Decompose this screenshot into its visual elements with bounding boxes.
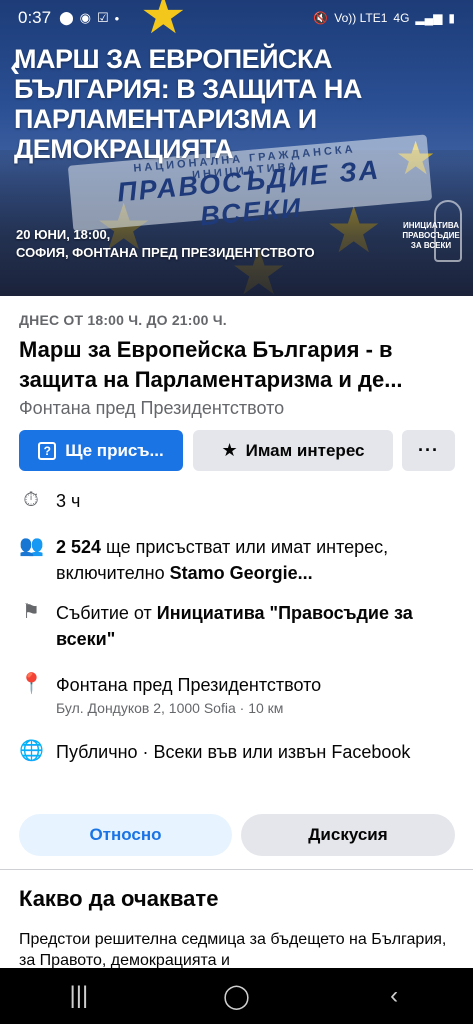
- flag-icon: ⚑: [22, 601, 40, 623]
- mute-icon: 🔇: [313, 11, 329, 25]
- tab-about[interactable]: Относно: [19, 814, 232, 856]
- cover-info-date: 20 ЮНИ, 18:00,: [16, 227, 111, 242]
- event-cover-image[interactable]: ★ ★ ★ ★ ★ НАЦИОНАЛНА ГРАЖДАНСКА ИНИЦИАТИ…: [0, 0, 473, 296]
- event-title-line2: защита на Парламентаризма и де...: [19, 367, 403, 392]
- home-icon[interactable]: ◯: [206, 982, 266, 1011]
- network-type: 4G: [393, 11, 410, 25]
- back-arrow-icon[interactable]: ‹: [10, 50, 20, 84]
- place-name: Фонтана пред Президентството: [56, 675, 322, 695]
- host-text: Събитие от Инициатива "Правосъдие за все…: [56, 600, 456, 652]
- event-location[interactable]: Фонтана пред Президентството: [19, 398, 284, 419]
- status-time: 0:37: [18, 8, 52, 27]
- host-prefix: Събитие от: [56, 603, 157, 623]
- network-label: Vo)) LTE1: [334, 11, 388, 25]
- attendees-count: 2 524: [56, 537, 102, 557]
- cover-title: МАРШ ЗА ЕВРОПЕЙСКА БЪЛГАРИЯ: В ЗАЩИТА НА…: [14, 44, 362, 164]
- event-title-line1: Марш за Европейска България - в: [19, 337, 393, 362]
- going-label: Ще присъ...: [65, 440, 164, 460]
- going-button[interactable]: ? Ще присъ...: [19, 430, 183, 471]
- messenger-icon: ◉: [79, 10, 91, 25]
- interested-label: Имам интерес: [245, 440, 365, 460]
- attendees-text: 2 524 ще присъстват или имат интерес, вк…: [56, 534, 456, 586]
- signal-icon: ▂▄▆: [415, 11, 443, 25]
- attendees-friend: Stamo Georgie...: [169, 563, 313, 583]
- cover-info: 20 ЮНИ, 18:00, СОФИЯ, ФОНТАНА ПРЕД ПРЕЗИ…: [16, 226, 315, 262]
- system-nav-bar: ||| ◯ ‹: [0, 968, 473, 1024]
- expect-heading: Какво да очаквате: [19, 886, 219, 911]
- check-icon: ☑: [97, 10, 109, 25]
- globe-icon: 🌐: [19, 740, 44, 762]
- battery-icon: ▮: [448, 11, 455, 25]
- privacy-text: Публично · Всеки във или извън Facebook: [56, 742, 411, 762]
- section-divider: [0, 869, 473, 870]
- tab-discussion[interactable]: Дискусия: [241, 814, 455, 856]
- cover-info-place: СОФИЯ, ФОНТАНА ПРЕД ПРЕЗИДЕНТСТВОТО: [16, 245, 315, 260]
- location-pin-icon: 📍: [19, 673, 44, 695]
- question-icon: ?: [38, 441, 57, 460]
- status-right: 🔇 Vo)) LTE1 4G ▂▄▆ ▮: [313, 11, 455, 25]
- star-icon: ★: [221, 440, 238, 460]
- interested-button[interactable]: ★ Имам интерес: [193, 430, 393, 471]
- place-text: Фонтана пред Президентството Бул. Дондук…: [56, 672, 456, 718]
- place-address: Бул. Дондуков 2, 1000 Sofia · 10 км: [56, 700, 284, 716]
- notification-icon: ⬤: [59, 10, 74, 25]
- back-icon[interactable]: ‹: [364, 982, 424, 1010]
- event-time: ДНЕС ОТ 18:00 Ч. ДО 21:00 Ч.: [19, 312, 227, 328]
- notification-icons: ⬤ ◉ ☑ •: [59, 10, 119, 26]
- event-actions: ? Ще присъ... ★ Имам интерес ···: [19, 430, 455, 471]
- more-options-button[interactable]: ···: [402, 430, 455, 471]
- duration-text: 3 ч: [56, 491, 81, 511]
- people-icon: 👥: [19, 535, 44, 557]
- org-badge: ИНИЦИАТИВА ПРАВОСЪДИЕ ЗА ВСЕКИ: [402, 221, 460, 250]
- event-tabs: Относно Дискусия: [19, 814, 455, 856]
- recent-apps-icon[interactable]: |||: [49, 982, 109, 1010]
- event-title: Марш за Европейска България - в защита н…: [19, 335, 459, 395]
- dot-icon: •: [114, 10, 120, 26]
- expect-description: Предстои решителна седмица за бъдещето н…: [19, 931, 447, 969]
- status-bar: 0:37 ⬤ ◉ ☑ • 🔇 Vo)) LTE1 4G ▂▄▆ ▮: [0, 0, 473, 36]
- stopwatch-icon: ⏱: [23, 489, 39, 511]
